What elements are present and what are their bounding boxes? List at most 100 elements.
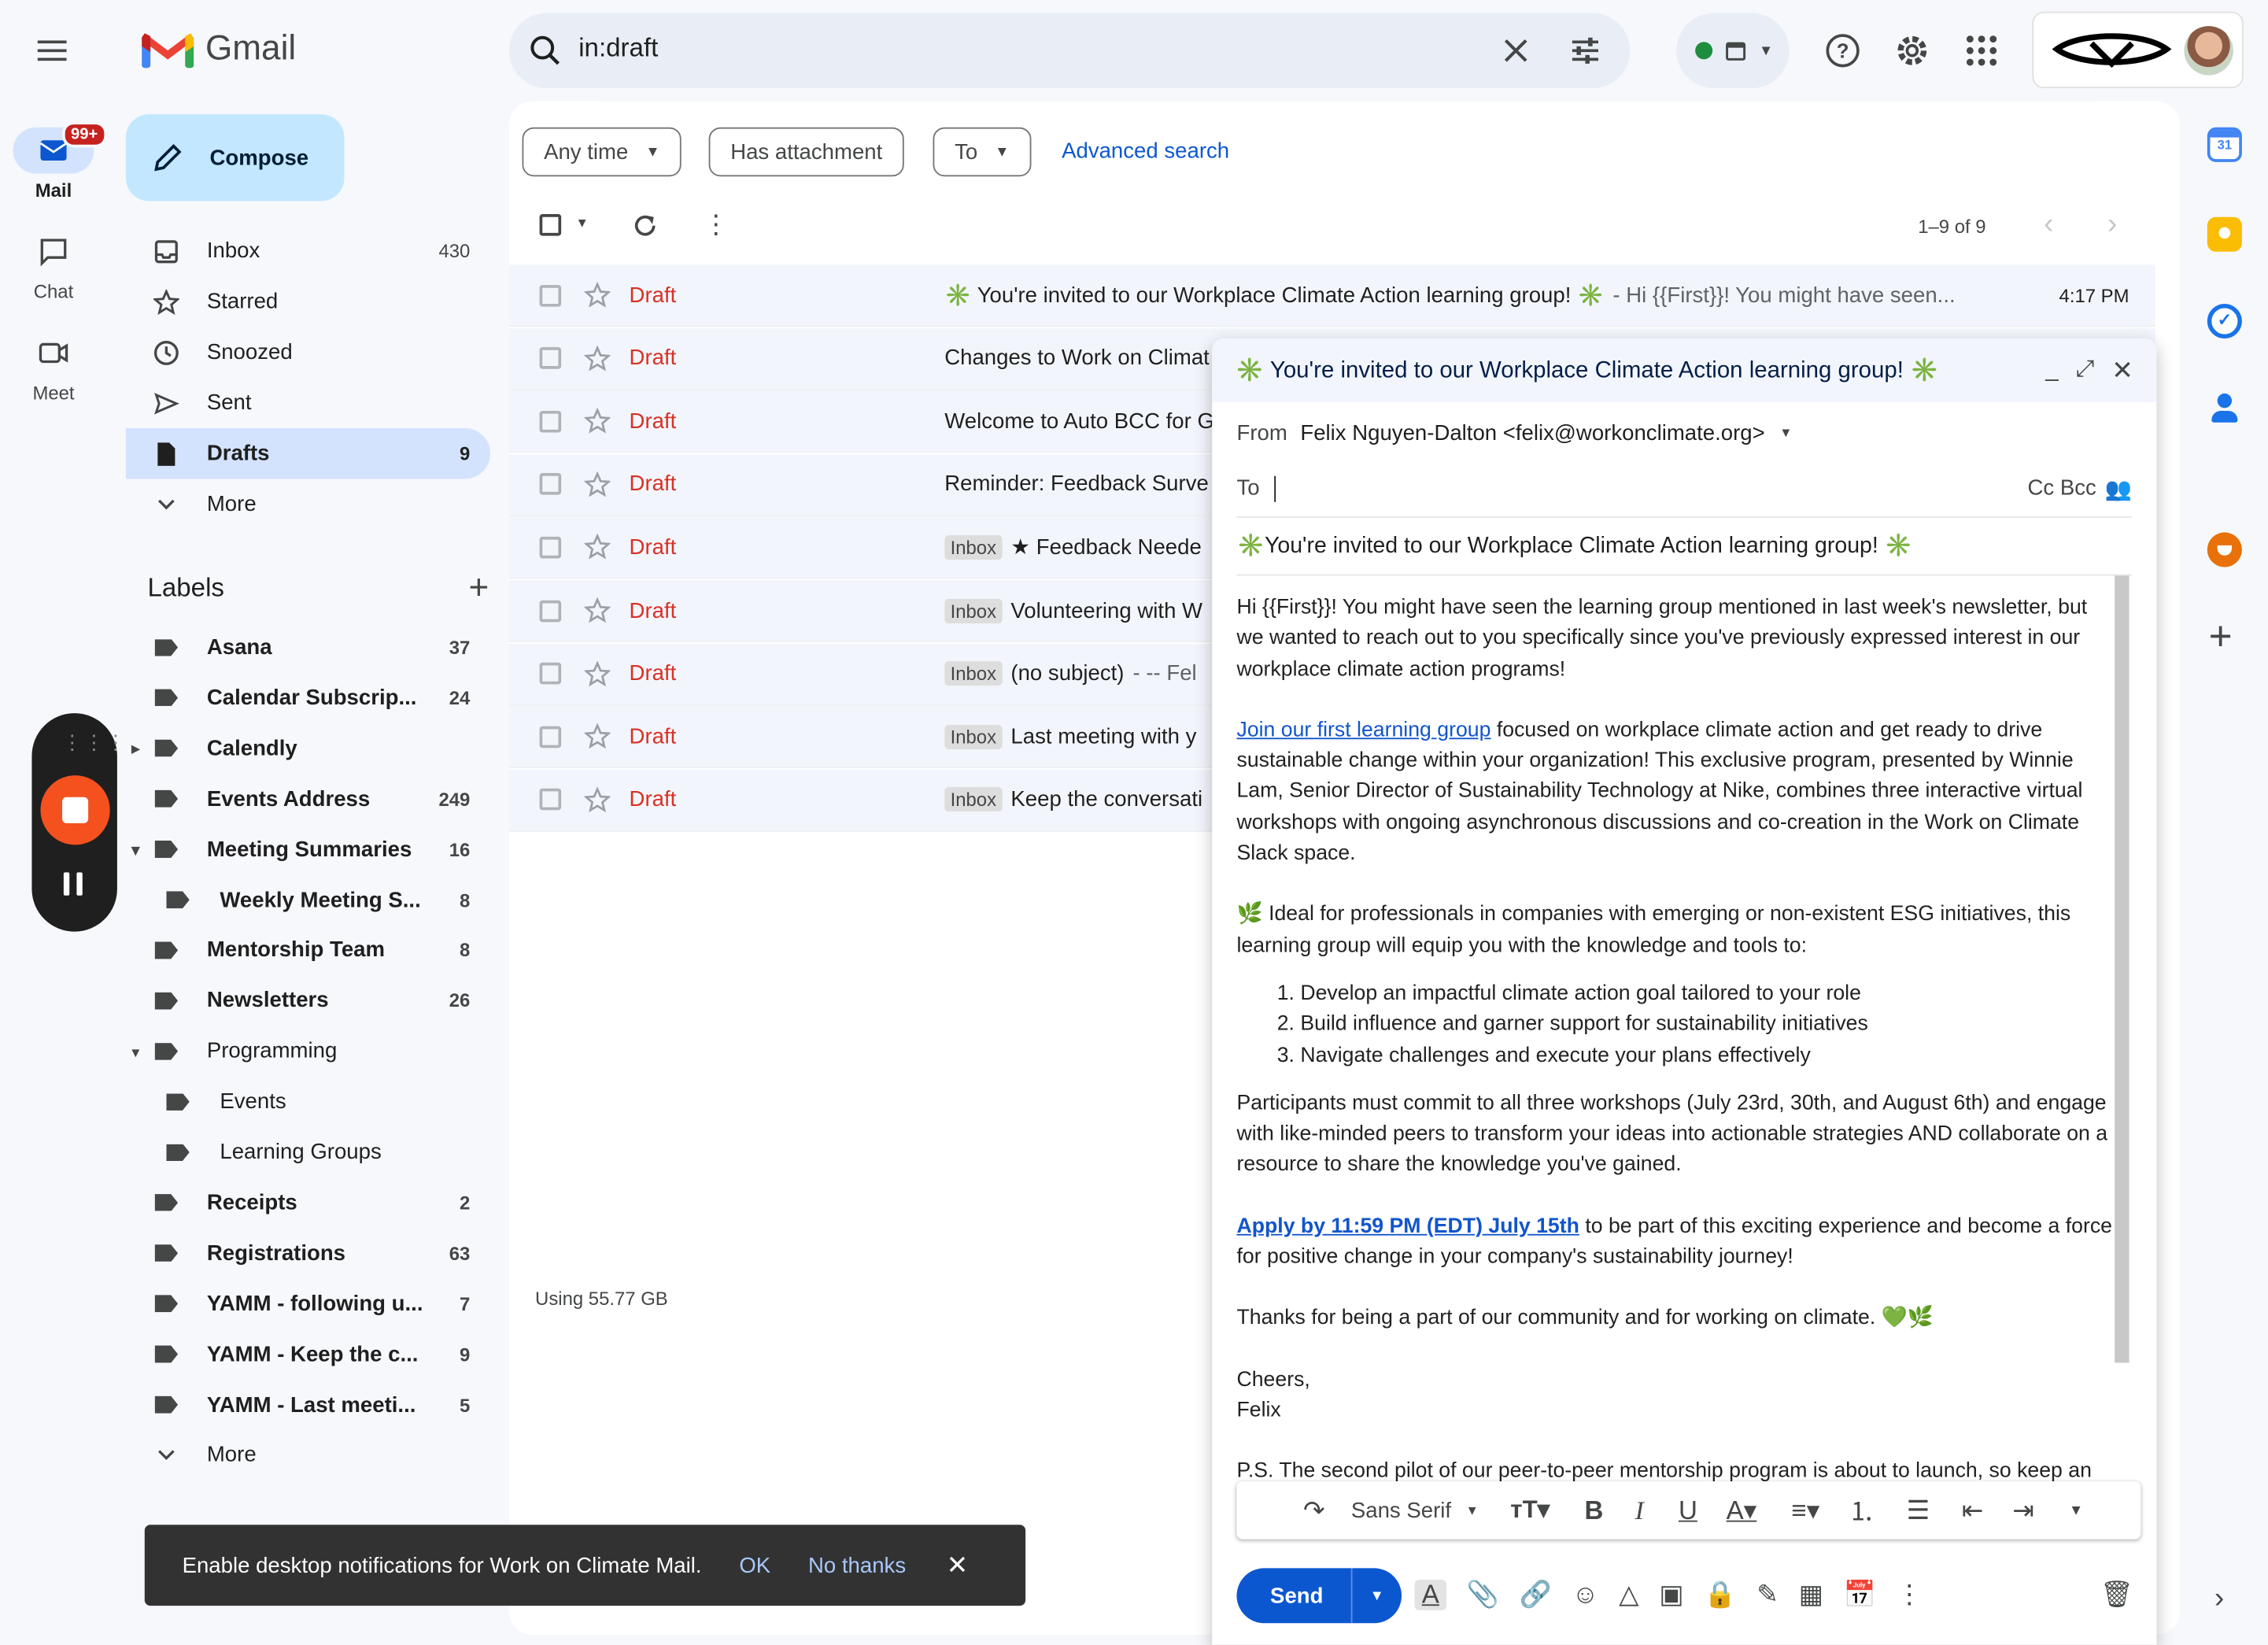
expand-label-icon[interactable]: ▾: [131, 841, 139, 859]
keep-app-icon[interactable]: [2207, 216, 2242, 252]
label-item[interactable]: ▾ Meeting Summaries 16: [126, 824, 490, 874]
more-formatting-icon[interactable]: ▼: [2069, 1503, 2083, 1518]
underline-icon[interactable]: U: [1679, 1495, 1697, 1526]
subject-input[interactable]: ✳️You're invited to our Workplace Climat…: [1236, 532, 1912, 560]
bulleted-list-icon[interactable]: ☰: [1907, 1495, 1930, 1526]
to-input[interactable]: [1273, 475, 2028, 501]
nav-item-sent[interactable]: Sent: [126, 378, 490, 428]
star-icon[interactable]: [584, 471, 611, 497]
nav-item-drafts[interactable]: Drafts 9: [125, 428, 491, 479]
compose-scrollbar[interactable]: [2115, 575, 2129, 1363]
contacts-app-icon[interactable]: [2207, 390, 2242, 425]
nav-item-snoozed[interactable]: Snoozed: [126, 327, 490, 377]
join-group-link[interactable]: Join our first learning group: [1236, 719, 1490, 741]
label-item[interactable]: Asana 37: [126, 622, 490, 672]
row-checkbox[interactable]: [539, 726, 562, 748]
search-input[interactable]: in:draft: [578, 33, 658, 64]
star-icon[interactable]: [584, 660, 611, 686]
status-selector[interactable]: ▼: [1676, 13, 1790, 89]
gmail-logo[interactable]: Gmail: [142, 29, 296, 69]
minimize-icon[interactable]: _: [2045, 357, 2058, 383]
more-actions-icon[interactable]: ⋮: [703, 211, 729, 237]
star-icon[interactable]: [584, 345, 611, 372]
snackbar-ok-button[interactable]: OK: [739, 1553, 770, 1577]
close-icon[interactable]: ✕: [947, 1550, 969, 1580]
filter-to[interactable]: To ▼: [933, 127, 1032, 177]
filter-any-time[interactable]: Any time ▼: [522, 127, 682, 177]
label-item[interactable]: YAMM - Keep the c... 9: [126, 1329, 490, 1379]
star-icon[interactable]: [584, 597, 611, 623]
to-field[interactable]: To Cc Bcc 👥: [1236, 460, 2133, 519]
apply-link[interactable]: Apply by 11:59 PM (EDT) July 15th: [1236, 1214, 1579, 1237]
label-item[interactable]: YAMM - following u... 7: [126, 1278, 490, 1329]
cc-bcc-button[interactable]: Cc Bcc: [2028, 476, 2096, 501]
labels-more-button[interactable]: More: [126, 1430, 490, 1480]
snackbar-no-thanks-button[interactable]: No thanks: [808, 1553, 906, 1577]
addon-app-icon[interactable]: [2207, 532, 2242, 567]
signature-icon[interactable]: ✎: [1756, 1580, 1779, 1610]
row-checkbox[interactable]: [539, 347, 562, 369]
apps-button[interactable]: [1966, 35, 1997, 66]
account-area[interactable]: [2032, 11, 2244, 89]
inbox-chip[interactable]: Inbox: [944, 661, 1003, 686]
avatar[interactable]: [2184, 26, 2233, 76]
expand-icon[interactable]: ⤢: [2076, 357, 2095, 383]
drag-handle-icon[interactable]: ⋮⋮⋮: [62, 730, 127, 755]
calendar-app-icon[interactable]: 31: [2207, 127, 2242, 162]
search-icon[interactable]: [530, 35, 561, 66]
label-item[interactable]: ▾ Programming: [126, 1026, 490, 1076]
inbox-chip[interactable]: Inbox: [944, 534, 1003, 560]
inbox-chip[interactable]: Inbox: [944, 598, 1003, 623]
star-icon[interactable]: [584, 408, 611, 434]
label-item[interactable]: Events Address 249: [126, 774, 490, 824]
close-icon[interactable]: ✕: [2111, 355, 2133, 386]
label-item[interactable]: Events: [126, 1077, 490, 1127]
advanced-search-link[interactable]: Advanced search: [1062, 139, 1229, 163]
inbox-chip[interactable]: Inbox: [944, 724, 1003, 749]
font-selector[interactable]: Sans Serif ▼: [1351, 1498, 1479, 1522]
message-body[interactable]: Hi {{First}}! You might have seen the le…: [1236, 593, 2113, 1491]
search-bar[interactable]: in:draft: [508, 13, 1631, 89]
stop-record-button[interactable]: [40, 775, 110, 845]
star-icon[interactable]: [584, 282, 611, 308]
select-all-checkbox[interactable]: [539, 214, 562, 236]
help-button[interactable]: ?: [1824, 31, 1862, 69]
prev-page-icon[interactable]: ‹: [2044, 209, 2053, 242]
clear-search-icon[interactable]: [1502, 36, 1531, 65]
photo-icon[interactable]: ▣: [1659, 1580, 1683, 1610]
send-button[interactable]: Send: [1236, 1584, 1350, 1608]
next-page-icon[interactable]: ›: [2107, 209, 2117, 242]
rail-mail[interactable]: 99+ Mail: [0, 121, 107, 201]
row-checkbox[interactable]: [539, 410, 562, 432]
redo-icon[interactable]: ↷: [1303, 1495, 1325, 1526]
nav-item-more[interactable]: More: [126, 479, 490, 529]
subject-field[interactable]: ✳️You're invited to our Workplace Climat…: [1236, 518, 2133, 576]
indent-less-icon[interactable]: ⇤: [1962, 1495, 1984, 1526]
label-item[interactable]: Calendar Subscrip... 24: [126, 672, 490, 723]
label-item[interactable]: Registrations 63: [126, 1228, 490, 1278]
drive-icon[interactable]: △: [1619, 1580, 1638, 1610]
row-checkbox[interactable]: [539, 789, 562, 811]
italic-icon[interactable]: I: [1635, 1495, 1644, 1526]
nav-item-starred[interactable]: Starred: [126, 276, 490, 327]
label-item[interactable]: Weekly Meeting S... 8: [126, 874, 490, 925]
calendar-event-icon[interactable]: 📅: [1844, 1580, 1876, 1610]
label-item[interactable]: Learning Groups: [126, 1127, 490, 1177]
row-checkbox[interactable]: [539, 473, 562, 496]
indent-more-icon[interactable]: ⇥: [2012, 1495, 2034, 1526]
select-dropdown-icon[interactable]: ▼: [576, 216, 589, 230]
emoji-icon[interactable]: ☺: [1572, 1580, 1599, 1610]
schedule-send-dropdown-icon[interactable]: ▼: [1353, 1588, 1402, 1603]
compose-button[interactable]: Compose: [125, 114, 345, 201]
row-checkbox[interactable]: [539, 599, 562, 622]
compose-header[interactable]: ✳️ You're invited to our Workplace Clima…: [1212, 338, 2157, 402]
pause-button[interactable]: [63, 872, 87, 898]
label-item[interactable]: Mentorship Team 8: [126, 925, 490, 975]
align-icon[interactable]: ≡▾: [1791, 1495, 1819, 1526]
expand-label-icon[interactable]: ▾: [131, 1043, 139, 1061]
refresh-icon[interactable]: [632, 213, 658, 238]
font-size-icon[interactable]: ᴛT▾: [1510, 1495, 1550, 1525]
label-item[interactable]: Newsletters 26: [126, 975, 490, 1026]
add-recipients-icon[interactable]: 👥: [2105, 475, 2132, 501]
expand-side-panel-icon[interactable]: ›: [2214, 1583, 2224, 1616]
